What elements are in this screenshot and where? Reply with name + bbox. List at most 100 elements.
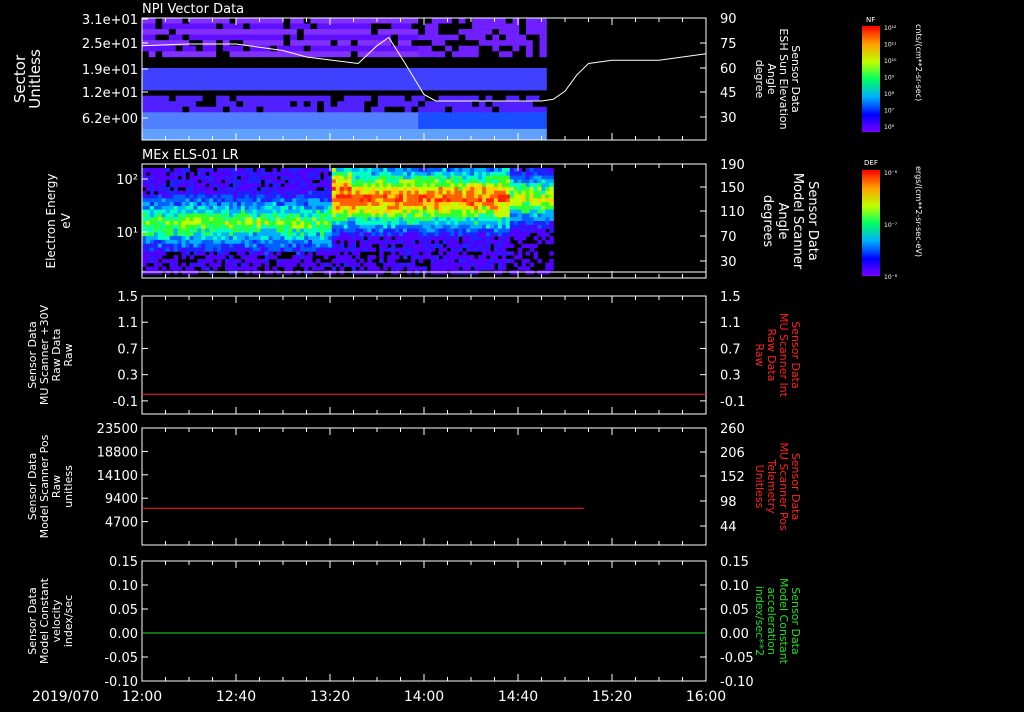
heat2-cell <box>426 209 432 214</box>
heat2-cell <box>205 228 210 233</box>
heat1-cell <box>492 67 500 74</box>
heat1-cell <box>182 101 190 108</box>
heat2-cell <box>493 258 499 264</box>
heat2-cell <box>173 224 179 230</box>
heat2-cell <box>422 224 428 230</box>
heat2-cell <box>426 221 432 226</box>
heat2-cell <box>161 194 167 199</box>
heat1-cell <box>270 101 278 108</box>
heat1-cell <box>445 34 453 41</box>
date-label: 2019/070 <box>32 689 99 705</box>
heat2-cell <box>517 179 523 184</box>
heat2-cell <box>474 262 479 267</box>
heat2-cell <box>490 255 495 260</box>
heat1-cell <box>148 34 156 41</box>
heat2-cell <box>319 221 325 226</box>
heat2-cell <box>165 198 171 203</box>
heat2-cell <box>371 266 376 271</box>
heat1-cell <box>283 95 291 102</box>
heat2-cell <box>501 239 507 245</box>
heat2-cell <box>177 213 183 218</box>
heat2-cell <box>189 247 194 252</box>
heat2-cell <box>272 198 277 203</box>
heat2-cell <box>272 168 277 173</box>
heat2-cell <box>201 232 206 237</box>
heat2-cell <box>335 228 341 233</box>
heat1-cell <box>249 40 258 47</box>
heat2-cell <box>339 228 345 233</box>
heat2-cell <box>240 247 246 252</box>
heat2-cell <box>470 175 475 180</box>
heat1-cell <box>485 34 493 41</box>
heat2-cell <box>347 179 353 184</box>
heat2-cell <box>280 224 285 230</box>
heat2-cell <box>201 224 206 230</box>
heat2-cell <box>541 202 546 207</box>
heat2-cell <box>272 209 277 214</box>
heat2-cell <box>312 186 317 192</box>
heat2-cell <box>430 183 436 188</box>
heat2-cell <box>276 258 281 264</box>
heat2-cell <box>153 255 159 260</box>
heat1-cell <box>317 128 325 135</box>
heat1-cell <box>539 23 547 30</box>
heat1-cell <box>472 106 480 113</box>
heat2-cell <box>185 194 190 199</box>
heat2-cell <box>197 258 202 264</box>
heat1-cell <box>431 101 439 108</box>
heat2-cell <box>319 213 325 218</box>
heat2-cell <box>331 183 337 188</box>
heat2-cell <box>410 186 416 192</box>
heat2-cell <box>312 190 317 195</box>
heat2-cell <box>454 205 459 211</box>
heat2-cell <box>383 205 388 211</box>
heat2-cell <box>292 243 297 248</box>
heat2-cell <box>359 168 364 173</box>
heat2-cell <box>312 239 317 245</box>
heat2-cell <box>379 186 384 192</box>
heat1-cell <box>209 128 217 135</box>
heat2-cell <box>533 186 538 192</box>
heat2-cell <box>268 213 273 218</box>
heat2-cell <box>316 258 321 264</box>
heat2-cell <box>276 221 281 226</box>
heat2-cell <box>434 239 440 245</box>
heat2-cell <box>153 194 159 199</box>
heat1-cell <box>323 45 332 52</box>
heat2-cell <box>383 179 388 184</box>
heat2-cell <box>490 198 495 203</box>
heat2-cell <box>312 247 317 252</box>
heat2-cell <box>252 190 258 195</box>
heat2-cell <box>161 202 167 207</box>
heat1-cell <box>317 51 325 58</box>
heat2-cell <box>205 255 210 260</box>
heat2-cell <box>478 175 483 180</box>
heat1-cell <box>337 73 345 80</box>
colorbar-nf-tick: 10⁷ <box>884 108 895 115</box>
heat2-cell <box>339 217 345 222</box>
heat2-cell <box>292 171 297 177</box>
heat2-cell <box>379 258 384 264</box>
heat2-cell <box>549 194 554 199</box>
heat2-cell <box>533 209 538 214</box>
heat2-cell <box>482 175 487 180</box>
heat1-cell <box>175 34 183 41</box>
heat1-cell <box>499 101 507 108</box>
heat2-cell <box>458 171 463 177</box>
heat2-cell <box>418 236 424 241</box>
heat2-cell <box>351 247 357 252</box>
heat1-cell <box>465 34 473 41</box>
heat2-cell <box>165 190 171 195</box>
heat2-cell <box>331 202 337 207</box>
heat1-cell <box>424 29 433 35</box>
y-tick-label: 4700 <box>105 516 138 531</box>
heat2-cell <box>339 183 345 188</box>
heat2-cell <box>169 224 175 230</box>
heat1-cell <box>236 45 244 52</box>
heat2-cell <box>288 239 293 245</box>
heat2-cell <box>177 217 183 222</box>
heat2-cell <box>509 168 515 173</box>
heat2-cell <box>347 171 353 177</box>
heat1-cell <box>148 112 156 119</box>
heat2-cell <box>327 194 333 199</box>
